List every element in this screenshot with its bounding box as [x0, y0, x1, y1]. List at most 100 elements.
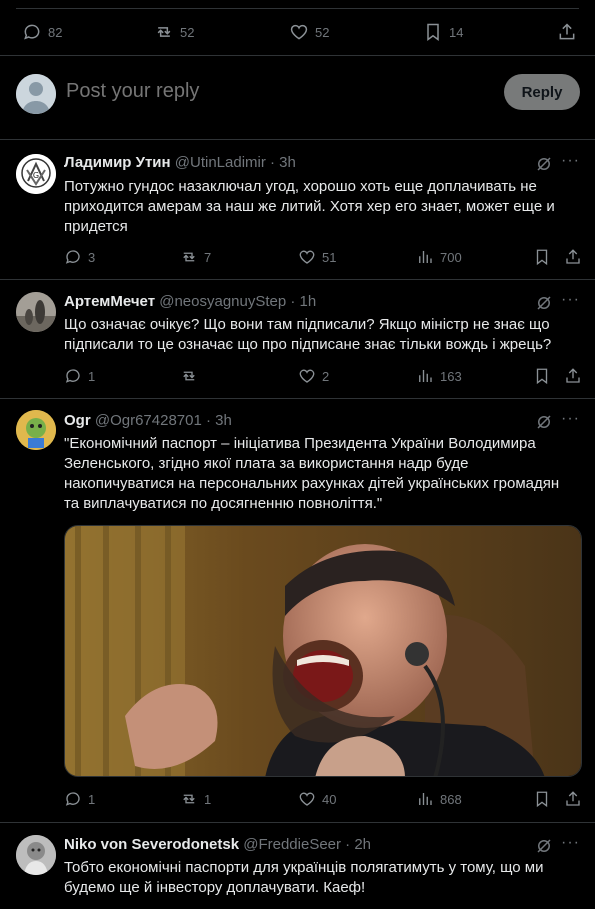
like-count: 52 — [315, 24, 330, 40]
share-action[interactable] — [564, 367, 582, 385]
like-action[interactable]: 51 — [298, 248, 336, 266]
share-icon — [559, 23, 575, 40]
reply-tweet[interactable]: G Ладимир Утин @UtinLadimir · 3h ··· Пот… — [0, 141, 595, 280]
svg-text:G: G — [33, 171, 39, 180]
more-icon[interactable]: ··· — [561, 291, 579, 309]
tweet-text: "Економічний паспорт – ініціатива Презид… — [64, 435, 560, 512]
heart-icon — [299, 250, 315, 264]
avatar[interactable] — [16, 292, 56, 332]
repost-icon — [183, 794, 195, 804]
avatar — [16, 74, 56, 114]
reply-count: 82 — [48, 24, 63, 40]
reply-tweet[interactable]: Niko von Severodonetsk @FreddieSeer · 2h… — [0, 823, 595, 909]
repost-action[interactable]: 1 — [180, 790, 211, 808]
bookmark-count-button[interactable]: 14 — [423, 22, 463, 42]
tweet-header: АртемМечет @neosyagnuyStep · 1h — [64, 293, 316, 310]
comment-icon — [65, 369, 80, 383]
grok-icon[interactable] — [535, 155, 553, 173]
author-name[interactable]: Niko von Severodonetsk — [64, 836, 239, 853]
reply-count: 1 — [88, 791, 96, 807]
grok-icon[interactable] — [535, 837, 553, 855]
author-name[interactable]: Ладимир Утин — [64, 154, 171, 171]
like-count: 2 — [322, 368, 330, 384]
heart-icon — [299, 369, 315, 383]
more-icon[interactable]: ··· — [561, 834, 579, 852]
author-name[interactable]: АртемМечет — [64, 293, 155, 310]
views-action[interactable]: 163 — [416, 367, 462, 385]
view-count: 700 — [440, 249, 462, 265]
share-icon — [566, 249, 580, 264]
share-action[interactable] — [564, 790, 582, 808]
grok-icon[interactable] — [535, 413, 553, 431]
bookmark-action[interactable] — [533, 790, 551, 808]
author-handle[interactable]: @neosyagnuyStep · 1h — [159, 293, 316, 310]
tweet-header: Ладимир Утин @UtinLadimir · 3h — [64, 154, 296, 171]
heart-icon — [290, 24, 308, 40]
bookmark-action[interactable] — [533, 367, 551, 385]
share-button[interactable] — [557, 22, 577, 42]
share-icon — [566, 791, 580, 806]
heart-icon — [299, 792, 315, 806]
portrait-avatar-icon — [16, 835, 56, 875]
reply-count-button[interactable]: 82 — [22, 22, 62, 42]
tweet-text: Потужно гундос назаключал угод, хорошо х… — [64, 178, 555, 235]
like-count: 51 — [322, 249, 337, 265]
tweet-header: Ogr @Ogr67428701 · 3h — [64, 412, 232, 429]
repost-action[interactable] — [180, 367, 204, 385]
views-action[interactable]: 868 — [416, 790, 462, 808]
repost-count-button[interactable]: 52 — [154, 22, 194, 42]
like-count-button[interactable]: 52 — [289, 22, 329, 42]
avatar[interactable]: G — [16, 154, 56, 194]
repost-icon — [183, 371, 195, 381]
bookmark-action[interactable] — [533, 248, 551, 266]
comment-icon — [65, 792, 80, 806]
analytics-icon — [419, 251, 432, 263]
reply-composer: Reply — [0, 56, 595, 140]
reply-action[interactable]: 3 — [64, 248, 95, 266]
author-handle[interactable]: @Ogr67428701 · 3h — [95, 412, 232, 429]
bookmark-icon — [536, 249, 548, 266]
tweet-text: Що означає очікує? Що вони там підписали… — [64, 316, 552, 353]
default-avatar-icon — [16, 74, 56, 114]
reply-action[interactable]: 1 — [64, 790, 95, 808]
views-action[interactable]: 700 — [416, 248, 462, 266]
like-action[interactable]: 2 — [298, 367, 329, 385]
tweet-header: Niko von Severodonetsk @FreddieSeer · 2h — [64, 836, 371, 853]
tweet-media-image[interactable] — [64, 525, 582, 777]
avatar[interactable] — [16, 835, 56, 875]
reply-tweet[interactable]: АртемМечет @neosyagnuyStep · 1h ··· Що о… — [0, 280, 595, 399]
bookmark-icon — [536, 368, 548, 385]
author-handle[interactable]: @UtinLadimir · 3h — [175, 154, 296, 171]
reply-input[interactable] — [66, 80, 486, 103]
avatar[interactable] — [16, 410, 56, 450]
analytics-icon — [419, 370, 432, 382]
author-handle[interactable]: @FreddieSeer · 2h — [243, 836, 371, 853]
author-name[interactable]: Ogr — [64, 412, 91, 429]
bookmark-icon — [536, 791, 548, 808]
reply-count: 1 — [88, 368, 96, 384]
repost-action[interactable]: 7 — [180, 248, 211, 266]
reply-button[interactable]: Reply — [504, 74, 580, 110]
more-icon[interactable]: ··· — [561, 152, 579, 170]
analytics-icon — [419, 793, 432, 805]
ogre-avatar-icon — [16, 410, 56, 450]
repost-icon — [157, 27, 171, 37]
masonic-emblem-icon: G — [16, 154, 56, 194]
view-count: 868 — [440, 791, 462, 807]
grok-icon[interactable] — [535, 294, 553, 312]
repost-count: 1 — [204, 791, 212, 807]
tweet-actions: 1 1 40 868 — [64, 790, 582, 810]
post-stats-bar: 82 52 52 14 — [0, 8, 595, 56]
comment-icon — [24, 24, 40, 40]
tweet-actions: 3 7 51 700 — [64, 248, 582, 268]
like-action[interactable]: 40 — [298, 790, 336, 808]
tweet-actions: 1 2 163 — [64, 367, 582, 387]
reply-action[interactable]: 1 — [64, 367, 95, 385]
share-icon — [566, 368, 580, 383]
more-icon[interactable]: ··· — [561, 410, 579, 428]
like-count: 40 — [322, 791, 337, 807]
bookmark-icon — [427, 23, 439, 41]
share-action[interactable] — [564, 248, 582, 266]
comment-icon — [65, 250, 80, 264]
repost-icon — [183, 252, 195, 262]
